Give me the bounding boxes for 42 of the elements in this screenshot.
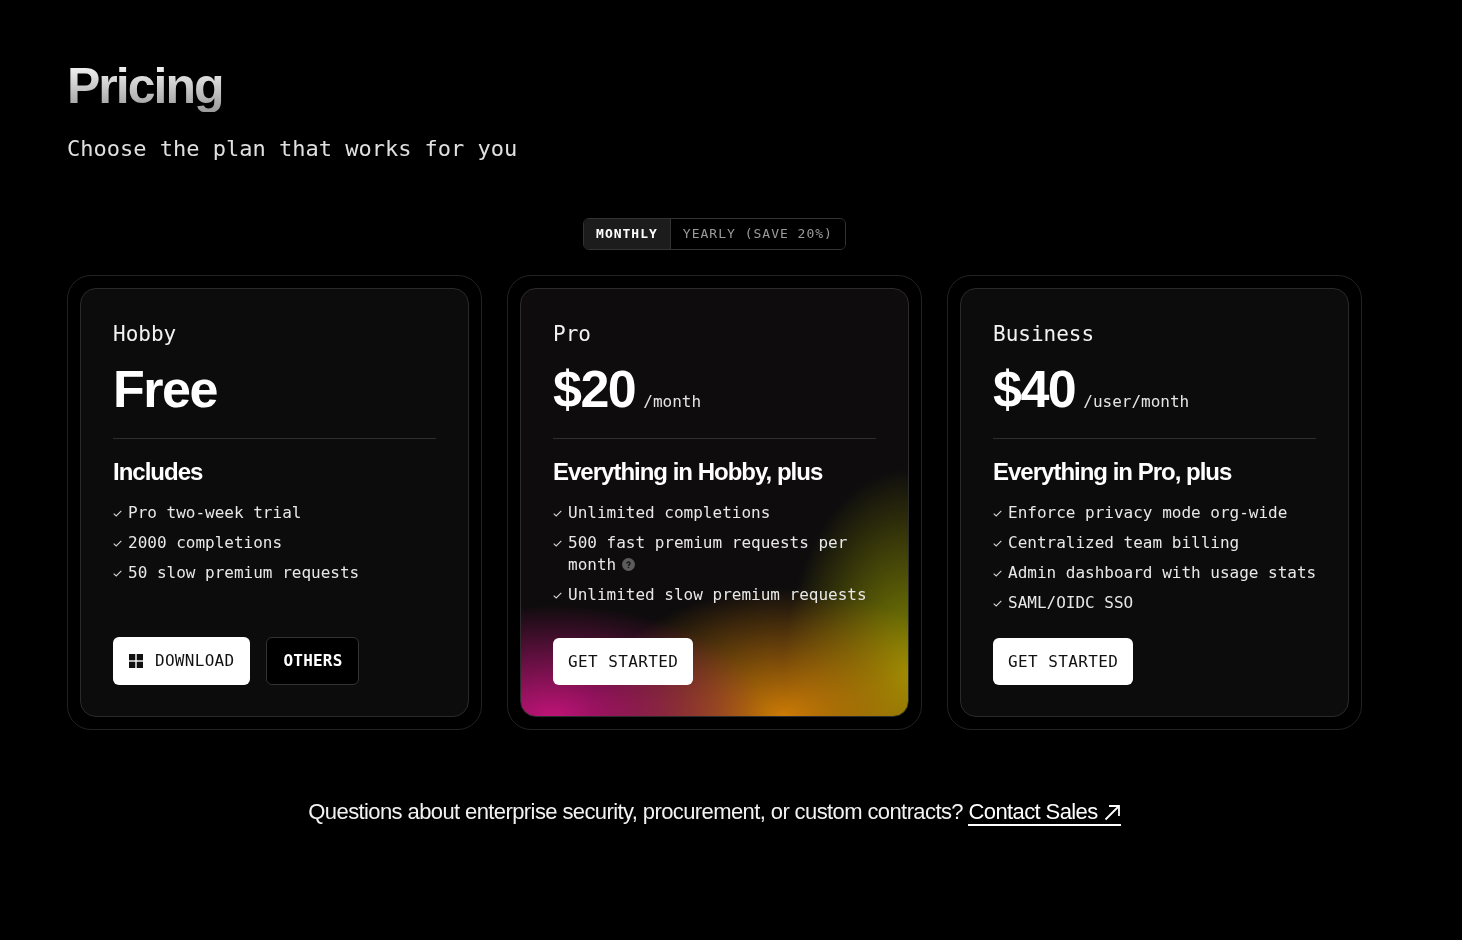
download-button[interactable]: DOWNLOAD <box>113 637 251 685</box>
plan-name: Pro <box>553 321 591 348</box>
plan-price: $40 <box>993 363 1076 415</box>
get-started-button[interactable]: GET STARTED <box>993 638 1134 685</box>
check-icon <box>553 540 562 547</box>
check-icon <box>993 510 1002 517</box>
features-heading: Includes <box>113 457 203 487</box>
others-button[interactable]: OTHERS <box>266 637 360 685</box>
billing-tab[interactable]: MONTHLY <box>584 219 671 249</box>
get-started-button[interactable]: GET STARTED <box>553 638 694 685</box>
plan-price: $20 <box>553 363 636 415</box>
feature-text: Unlimited completions <box>568 502 771 524</box>
feature-text: Pro two-week trial <box>128 502 302 524</box>
plan-name: Business <box>993 321 1095 348</box>
arrow-up-right-icon <box>1103 803 1121 821</box>
plan-name: Hobby <box>113 321 177 348</box>
feature-text: Centralized team billing <box>1008 532 1240 554</box>
check-icon <box>113 570 122 577</box>
check-icon <box>113 510 122 517</box>
check-icon <box>993 600 1002 607</box>
feature-text: Enforce privacy mode org-wide <box>1008 502 1288 524</box>
feature-text: 500 fast premium requests per month <box>568 532 849 576</box>
features-heading: Everything in Hobby, plus <box>553 457 823 487</box>
check-icon <box>113 540 122 547</box>
check-icon <box>553 592 562 599</box>
feature-text: SAML/OIDC SSO <box>1008 592 1134 614</box>
plan-price: Free <box>113 363 217 415</box>
help-icon[interactable] <box>622 558 636 571</box>
feature-text: Unlimited slow premium requests <box>568 584 867 606</box>
price-period: /user/month <box>1083 392 1190 412</box>
feature-text: Admin dashboard with usage stats <box>1008 562 1317 584</box>
check-icon <box>993 540 1002 547</box>
features-heading: Everything in Pro, plus <box>993 457 1232 487</box>
feature-text: 50 slow premium requests <box>128 562 360 584</box>
footer-text: Questions about enterprise security, procurement, or custom contracts? Contact Sales <box>308 798 1121 826</box>
contact-sales-link[interactable]: Contact Sales <box>968 800 1121 826</box>
windows-icon <box>129 654 143 668</box>
price-period: /month <box>643 392 702 412</box>
page-subtitle: Choose the plan that works for you <box>67 136 518 162</box>
feature-text: 2000 completions <box>128 532 283 554</box>
check-icon <box>553 510 562 517</box>
check-icon <box>993 570 1002 577</box>
